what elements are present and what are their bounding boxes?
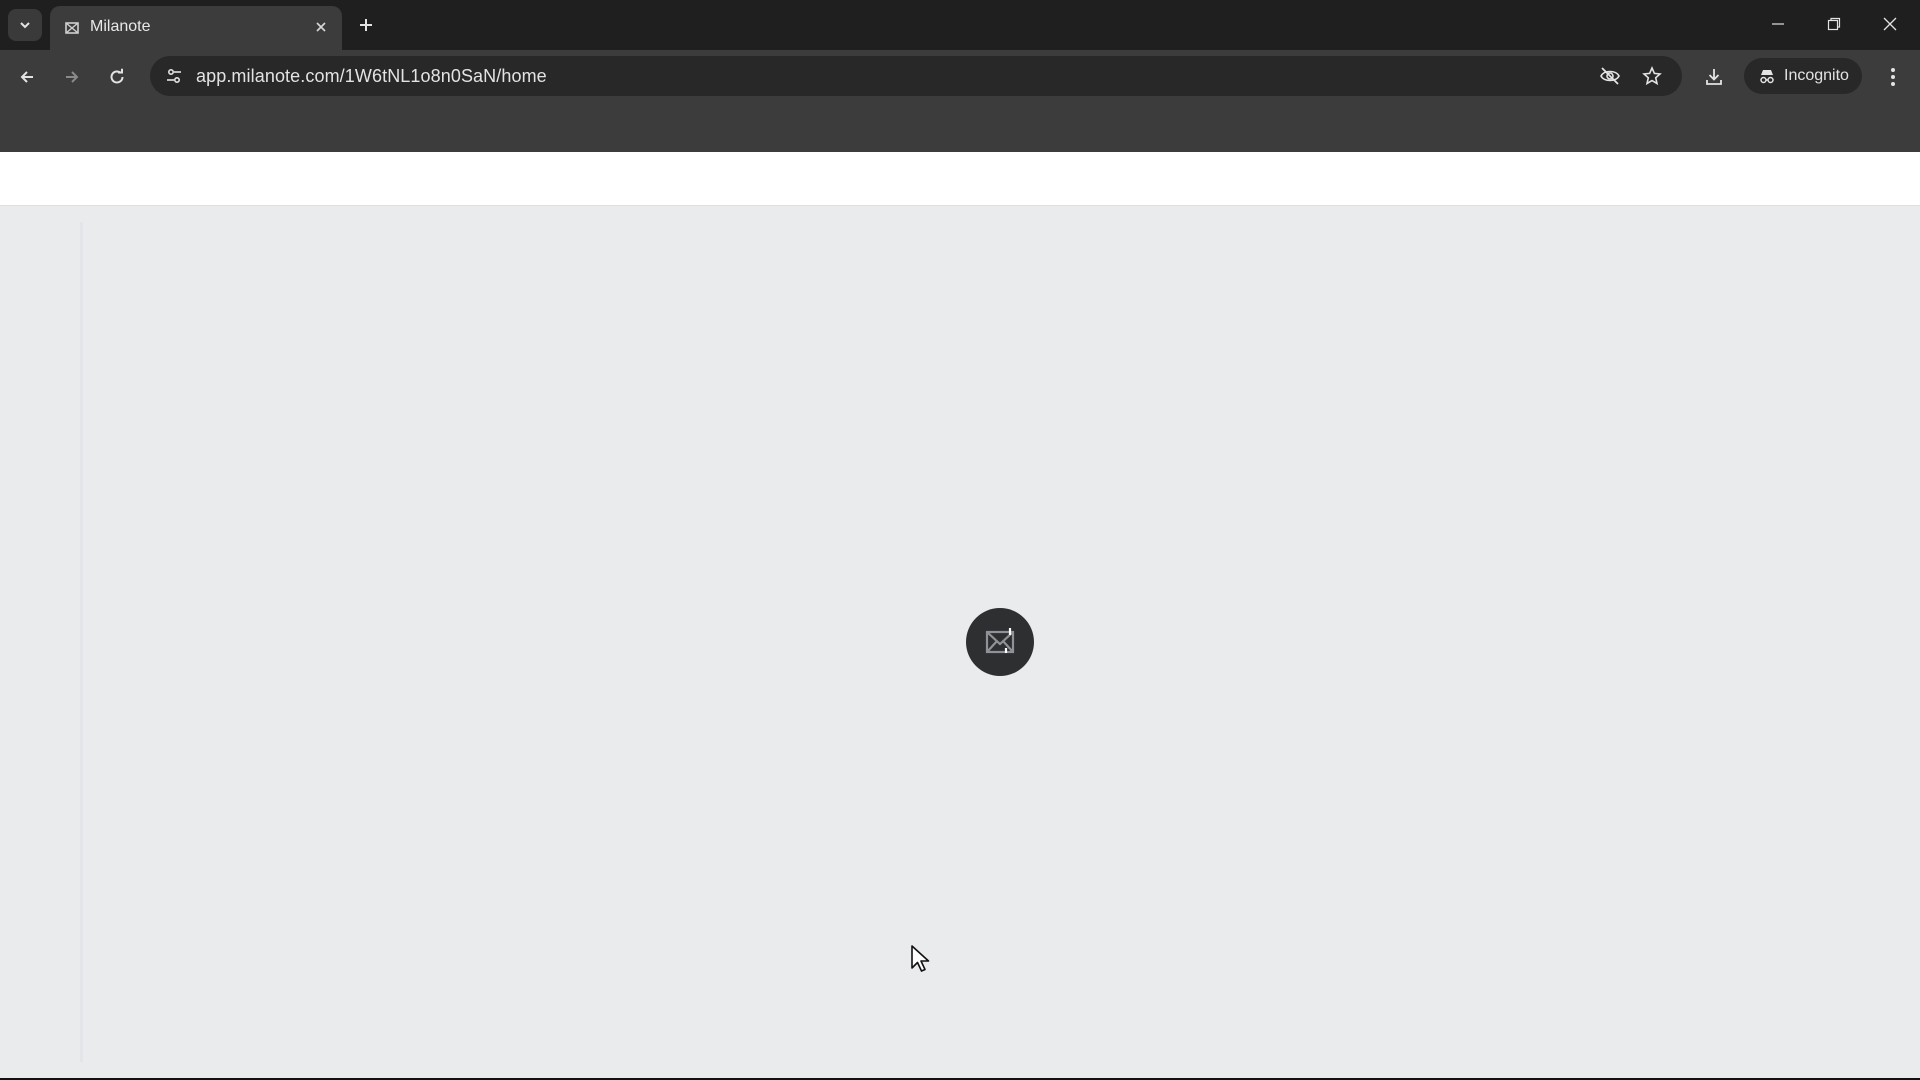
more-vertical-icon bbox=[1891, 68, 1895, 86]
bookmark-button[interactable] bbox=[1638, 62, 1666, 90]
restore-button[interactable] bbox=[1814, 8, 1854, 40]
app-header-placeholder bbox=[0, 152, 1920, 206]
url-text[interactable]: app.milanote.com/1W6tNL1o8n0SaN/home bbox=[196, 66, 547, 87]
incognito-badge[interactable]: Incognito bbox=[1744, 58, 1862, 94]
back-button[interactable] bbox=[10, 60, 44, 94]
restore-icon bbox=[1827, 17, 1841, 31]
forward-button[interactable] bbox=[55, 60, 89, 94]
star-icon bbox=[1642, 66, 1662, 86]
incognito-icon bbox=[1760, 70, 1774, 84]
browser-toolbar: app.milanote.com/1W6tNL1o8n0SaN/home Inc… bbox=[0, 50, 1920, 102]
tab-strip: Milanote bbox=[0, 0, 1920, 50]
arrow-left-icon bbox=[20, 71, 33, 83]
bookmarks-bar bbox=[0, 102, 1920, 152]
tab-close-button[interactable] bbox=[310, 16, 332, 38]
arrow-right-icon bbox=[66, 71, 79, 83]
browser-window: Milanote app.milanote.com/1W6tNL1o8n0SaN… bbox=[0, 0, 1920, 1080]
reload-icon bbox=[110, 68, 124, 84]
plus-icon bbox=[360, 19, 372, 31]
address-bar[interactable]: app.milanote.com/1W6tNL1o8n0SaN/home bbox=[150, 56, 1682, 96]
mouse-cursor-icon bbox=[911, 945, 930, 972]
new-tab-button[interactable] bbox=[352, 11, 380, 39]
eye-off-icon bbox=[1600, 67, 1620, 85]
close-icon bbox=[1883, 17, 1897, 31]
reload-button[interactable] bbox=[100, 60, 134, 94]
tab-milanote[interactable]: Milanote bbox=[50, 6, 342, 50]
tracking-protection-button[interactable] bbox=[1596, 62, 1624, 90]
chevron-down-icon bbox=[20, 22, 30, 29]
minimize-button[interactable] bbox=[1758, 8, 1798, 40]
page-content bbox=[0, 152, 1920, 1078]
downloads-button[interactable] bbox=[1697, 60, 1731, 94]
close-window-button[interactable] bbox=[1870, 8, 1910, 40]
tune-icon bbox=[167, 68, 181, 84]
site-info-button[interactable] bbox=[160, 62, 188, 90]
incognito-label: Incognito bbox=[1784, 67, 1849, 84]
milanote-logo-icon bbox=[64, 20, 80, 36]
sidebar-divider bbox=[80, 222, 83, 1062]
milanote-logo-icon bbox=[985, 628, 1015, 654]
minimize-icon bbox=[1772, 23, 1784, 25]
close-icon bbox=[316, 22, 326, 32]
download-icon bbox=[1706, 69, 1722, 85]
loading-spinner bbox=[966, 608, 1034, 676]
tab-title: Milanote bbox=[90, 18, 151, 35]
browser-menu-button[interactable] bbox=[1876, 60, 1910, 94]
tab-search-button[interactable] bbox=[8, 9, 42, 41]
